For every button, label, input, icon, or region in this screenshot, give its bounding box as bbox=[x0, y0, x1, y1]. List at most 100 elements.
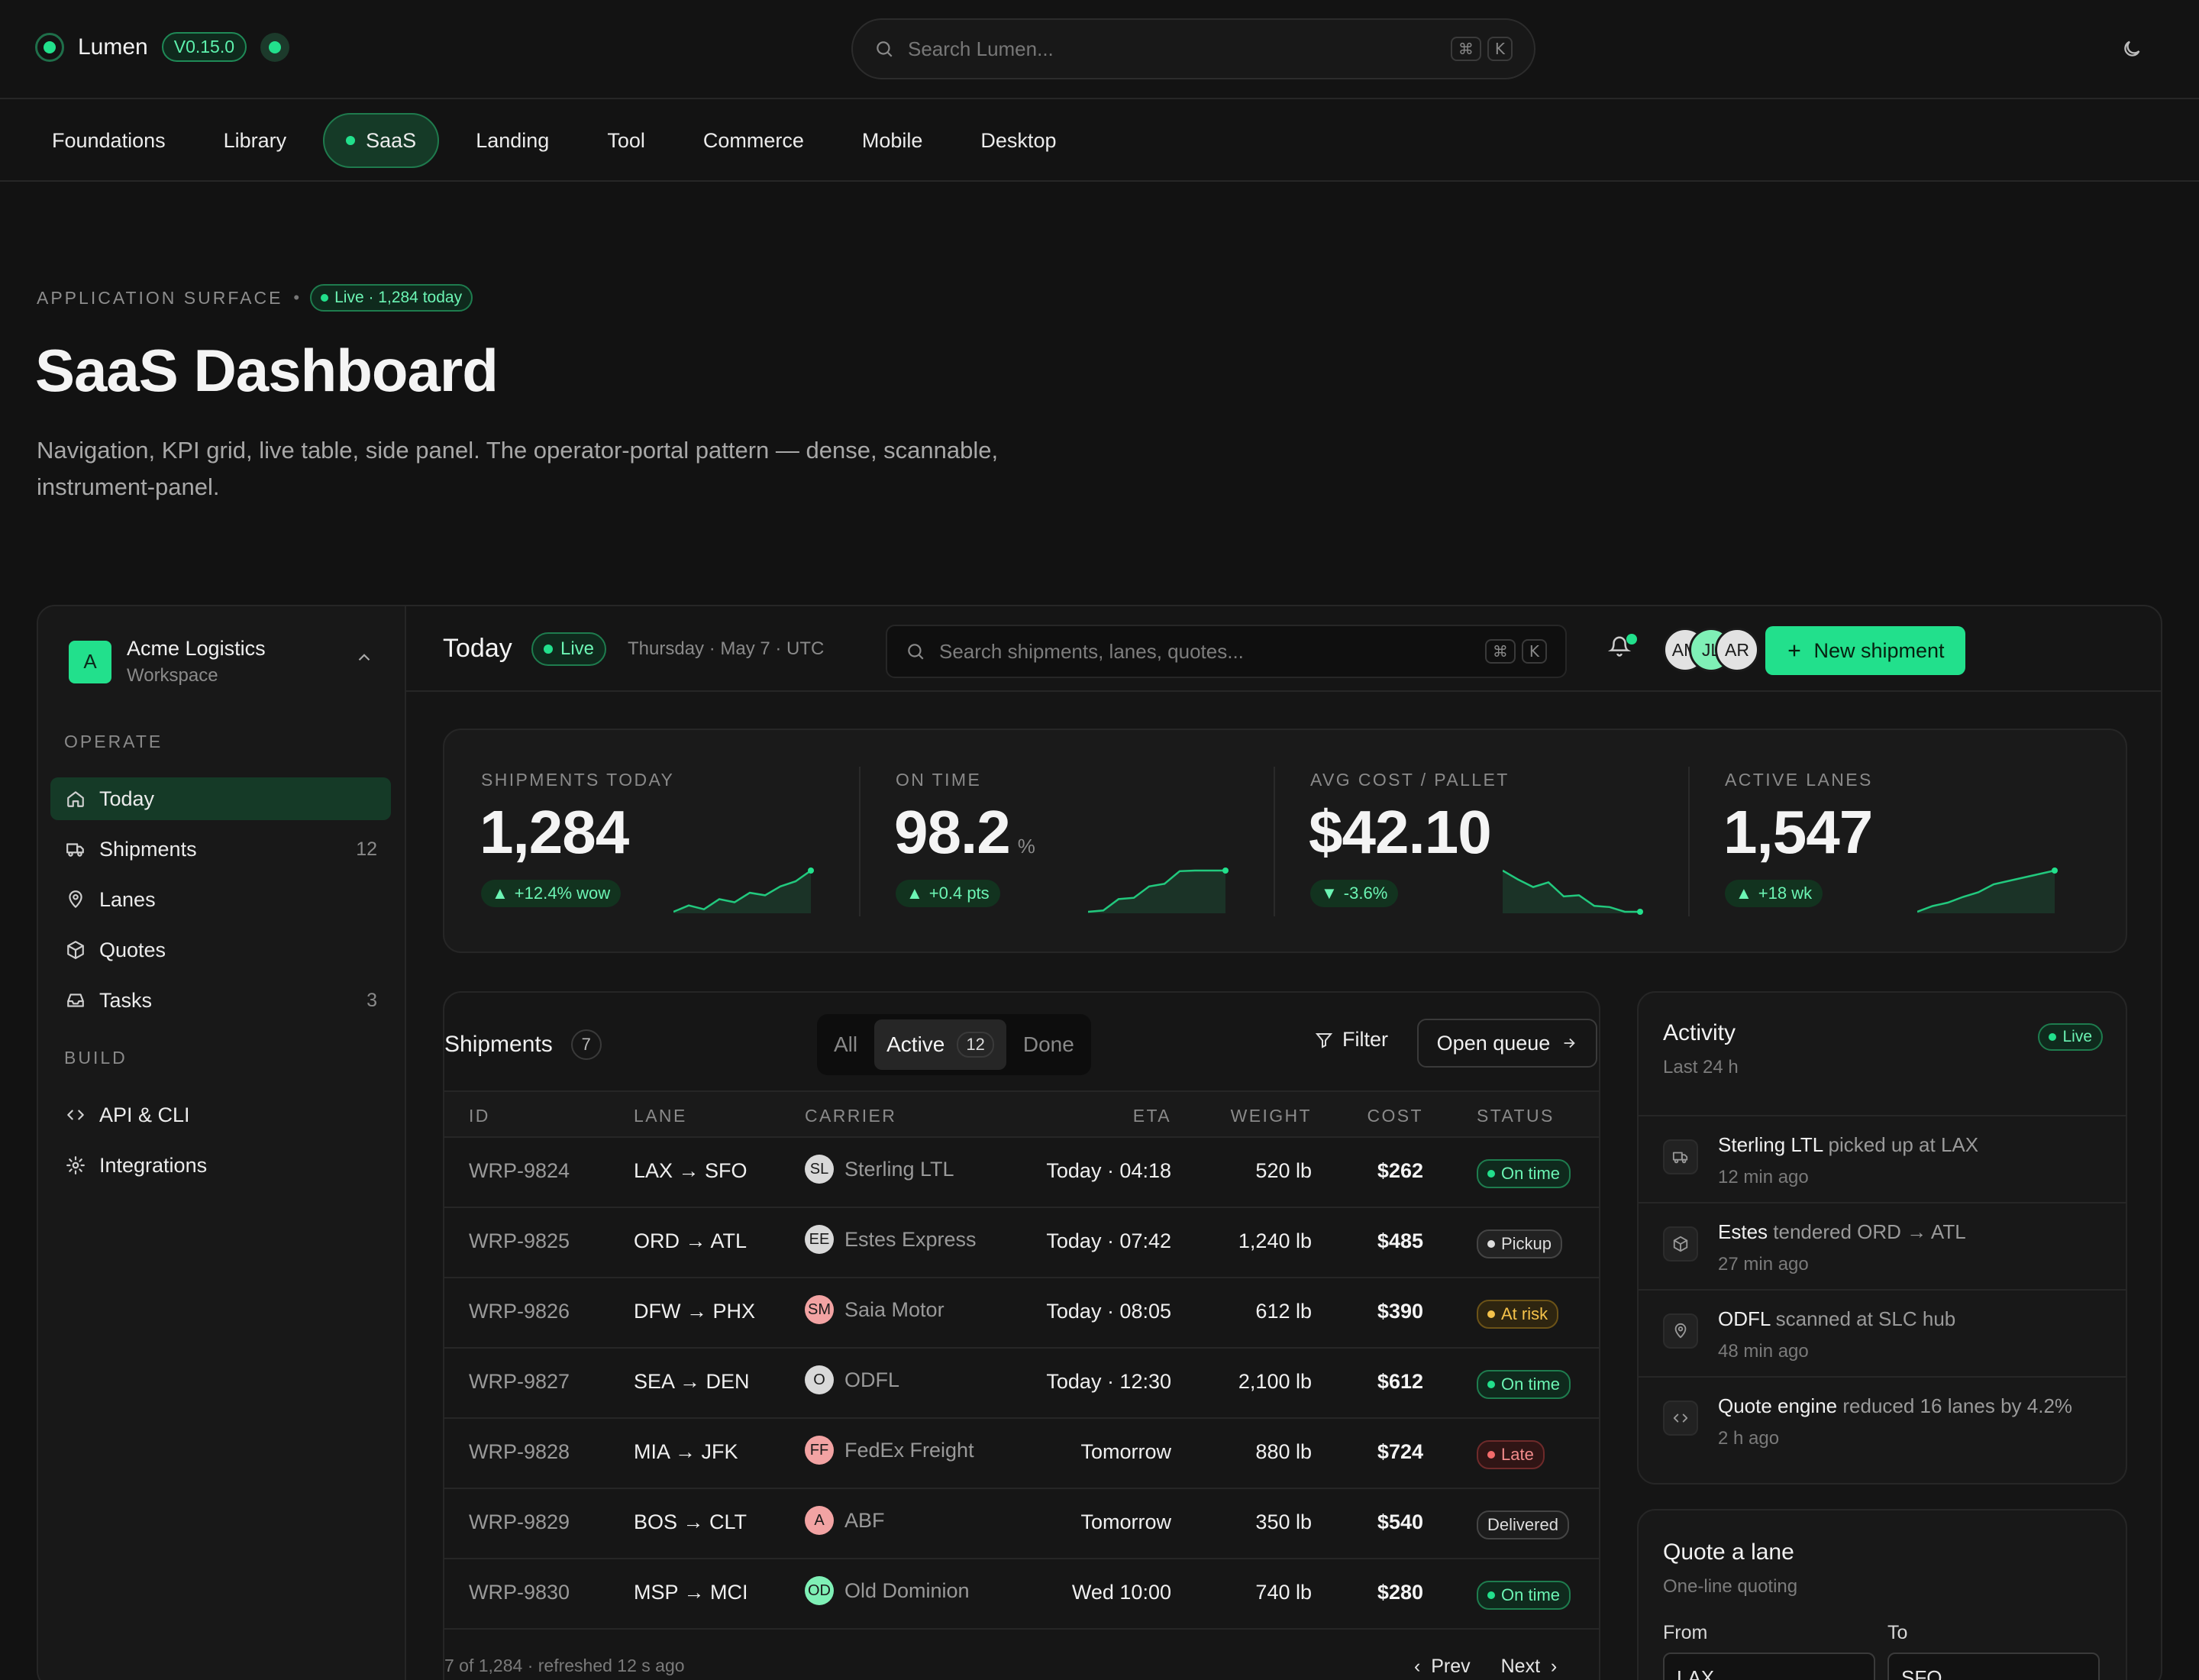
tab-desktop[interactable]: Desktop bbox=[959, 113, 1077, 168]
activity-item[interactable]: Sterling LTL picked up at LAX 12 min ago bbox=[1639, 1115, 2126, 1202]
sidebar-item-shipments[interactable]: Shipments 12 bbox=[50, 828, 391, 871]
home-icon bbox=[67, 791, 84, 807]
column-header-eta[interactable]: ETA bbox=[1133, 1106, 1171, 1126]
activity-item[interactable]: Quote engine reduced 16 lanes by 4.2% 2 h… bbox=[1639, 1376, 2126, 1463]
kpi-value: 1,547 bbox=[1723, 798, 1873, 866]
truck-icon bbox=[66, 843, 84, 857]
kpi-sparkline bbox=[1917, 867, 2058, 913]
table-row[interactable]: WRP-9825 ORD → ATL EE Estes Express Today · … bbox=[444, 1208, 1599, 1278]
segment-done[interactable]: Done bbox=[1011, 1019, 1087, 1070]
filter-icon bbox=[1315, 1032, 1333, 1048]
segment-active[interactable]: Active 12 bbox=[874, 1019, 1006, 1070]
sidebar-item-label: Lanes bbox=[99, 887, 156, 911]
next-page-button[interactable]: Next › bbox=[1501, 1656, 1558, 1678]
column-header-cost[interactable]: COST bbox=[1368, 1106, 1424, 1126]
segment-all[interactable]: All bbox=[822, 1019, 870, 1070]
activity-actor: Quote engine bbox=[1718, 1394, 1838, 1417]
sidebar-item-lanes[interactable]: Lanes bbox=[50, 878, 391, 921]
sidebar-item-count: 3 bbox=[366, 989, 377, 1011]
shipment-eta: Today · 04:18 bbox=[1046, 1159, 1171, 1182]
status-dot-icon bbox=[1487, 1591, 1495, 1599]
table-row[interactable]: WRP-9829 BOS → CLT A ABF Tomorrow 350 lb $540 D… bbox=[444, 1489, 1599, 1559]
app-search-input[interactable] bbox=[939, 639, 1479, 664]
brand[interactable]: Lumen V0.15.0 bbox=[35, 32, 290, 62]
open-queue-button[interactable]: Open queue bbox=[1417, 1019, 1597, 1068]
avatar[interactable]: AR bbox=[1715, 628, 1759, 672]
column-header-weight[interactable]: WEIGHT bbox=[1231, 1106, 1312, 1126]
nav-tabs: Foundations Library SaaS Landing Tool Commerc… bbox=[31, 113, 1093, 168]
kpi-card: SHIPMENTS TODAY 1,284 ▲ +12.4% wow bbox=[444, 730, 858, 951]
tab-library[interactable]: Library bbox=[202, 113, 308, 168]
tab-label: Foundations bbox=[52, 128, 166, 152]
tab-label: Mobile bbox=[861, 128, 923, 152]
sidebar-item-today[interactable]: Today bbox=[50, 777, 391, 820]
kpi-label: ON TIME bbox=[896, 770, 982, 790]
filter-button[interactable]: Filter bbox=[1315, 1028, 1388, 1052]
from-field[interactable] bbox=[1663, 1653, 1875, 1680]
kpi-delta: ▼ -3.6% bbox=[1310, 880, 1399, 907]
kpi-sparkline bbox=[1088, 867, 1229, 913]
carrier-name: ABF bbox=[844, 1508, 885, 1532]
table-row[interactable]: WRP-9824 LAX → SFO SL Sterling LTL Today · 0… bbox=[444, 1138, 1599, 1208]
main-content: Today Live Thursday · May 7 · UTC ⌘ K AM… bbox=[406, 606, 2161, 1680]
tab-tool[interactable]: Tool bbox=[586, 113, 667, 168]
table-row[interactable]: WRP-9830 MSP → MCI OD Old Dominion Wed 10:00… bbox=[444, 1559, 1599, 1630]
activity-item[interactable]: Estes tendered ORD → ATL 27 min ago bbox=[1639, 1202, 2126, 1289]
table-row[interactable]: WRP-9827 SEA → DEN O ODFL Today · 12:30 2,100… bbox=[444, 1349, 1599, 1419]
theme-toggle-button[interactable] bbox=[2117, 34, 2147, 64]
to-label: To bbox=[1887, 1622, 1908, 1643]
activity-icon bbox=[1663, 1226, 1698, 1262]
shipment-id: WRP-9830 bbox=[469, 1581, 570, 1604]
shipment-carrier: SM Saia Motor bbox=[805, 1295, 945, 1324]
tab-landing[interactable]: Landing bbox=[454, 113, 570, 168]
kbd-cmd: ⌘ bbox=[1450, 37, 1481, 61]
sidebar-item-quotes[interactable]: Quotes bbox=[50, 929, 391, 971]
table-row[interactable]: WRP-9826 DFW → PHX SM Saia Motor Today · 08:… bbox=[444, 1278, 1599, 1349]
global-search[interactable]: ⌘ K bbox=[851, 18, 1535, 79]
kbd-k: K bbox=[1487, 37, 1513, 61]
global-search-input[interactable] bbox=[908, 37, 1445, 61]
code-icon bbox=[1673, 1413, 1688, 1423]
header-date: Thursday · May 7 · UTC bbox=[628, 638, 825, 659]
sidebar-item-api-cli[interactable]: API & CLI bbox=[50, 1094, 391, 1136]
tab-mobile[interactable]: Mobile bbox=[841, 113, 945, 168]
prev-page-button[interactable]: ‹ Prev bbox=[1414, 1656, 1471, 1678]
live-dot-icon bbox=[2049, 1033, 2057, 1041]
table-row[interactable]: WRP-9828 MIA → JFK FF FedEx Freight Tomorrow… bbox=[444, 1419, 1599, 1489]
carrier-name: Old Dominion bbox=[844, 1578, 970, 1602]
version-badge: V0.15.0 bbox=[161, 32, 247, 62]
activity-item[interactable]: ODFL scanned at SLC hub 48 min ago bbox=[1639, 1289, 2126, 1376]
sidebar-item-label: Quotes bbox=[99, 938, 166, 961]
tab-label: Library bbox=[223, 128, 287, 152]
avatar-stack[interactable]: AM JL AR bbox=[1663, 628, 1759, 672]
shipment-eta: Today · 07:42 bbox=[1046, 1229, 1171, 1252]
to-field[interactable] bbox=[1887, 1653, 2100, 1680]
kpi-delta: ▲ +0.4 pts bbox=[896, 880, 1000, 907]
tab-saas[interactable]: SaaS bbox=[323, 113, 440, 168]
notifications-button[interactable] bbox=[1607, 634, 1639, 664]
trend-up-icon: ▲ bbox=[906, 884, 923, 903]
shipment-cost: $280 bbox=[1377, 1581, 1423, 1604]
tab-foundations[interactable]: Foundations bbox=[31, 113, 187, 168]
workspace-switcher[interactable]: A Acme Logistics Workspace bbox=[69, 637, 389, 687]
kbd-k: K bbox=[1521, 639, 1547, 664]
tab-commerce[interactable]: Commerce bbox=[682, 113, 825, 168]
app-search[interactable]: ⌘ K bbox=[886, 625, 1567, 678]
column-header-status[interactable]: STATUS bbox=[1477, 1106, 1555, 1126]
page-subtitle: Navigation, KPI grid, live table, side p… bbox=[37, 437, 999, 500]
kpi-card: AVG COST / PALLET $42.10 ▼ -3.6% bbox=[1274, 730, 1687, 951]
shipment-cost: $724 bbox=[1377, 1440, 1423, 1463]
column-header-id[interactable]: ID bbox=[469, 1106, 490, 1126]
sidebar-item-tasks[interactable]: Tasks 3 bbox=[50, 979, 391, 1022]
chevron-up-icon[interactable] bbox=[354, 648, 374, 667]
shipment-cost: $390 bbox=[1377, 1300, 1423, 1323]
column-header-lane[interactable]: LANE bbox=[634, 1106, 687, 1126]
shipments-card: Shipments 7 All Active 12 Done Filter Open … bbox=[443, 991, 1600, 1680]
column-header-carrier[interactable]: CARRIER bbox=[805, 1106, 896, 1126]
activity-text: Estes tendered ORD → ATL bbox=[1718, 1220, 1966, 1243]
status-badge: At risk bbox=[1477, 1300, 1559, 1329]
activity-actor: ODFL bbox=[1718, 1307, 1771, 1330]
sidebar-item-integrations[interactable]: Integrations bbox=[50, 1144, 391, 1187]
new-shipment-button[interactable]: New shipment bbox=[1765, 626, 1965, 675]
moon-icon bbox=[2124, 40, 2140, 57]
